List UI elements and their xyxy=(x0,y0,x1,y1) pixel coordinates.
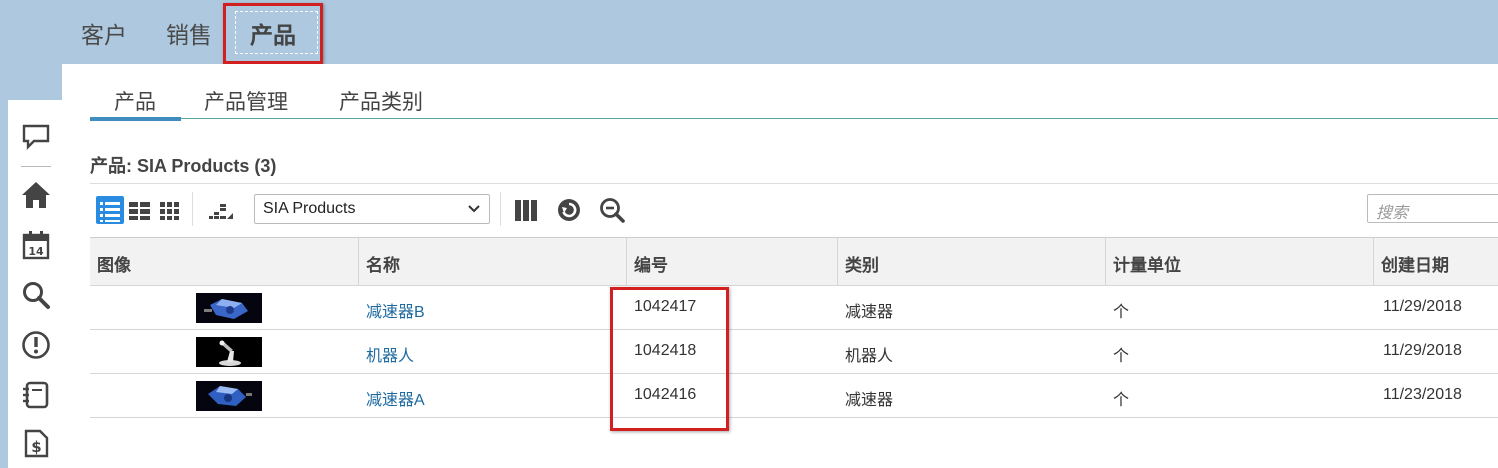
subtab-product-management[interactable]: 产品管理 xyxy=(204,86,288,116)
left-icon-rail: 14 $ xyxy=(8,100,62,468)
highlight-box-product-numbers xyxy=(610,287,729,431)
product-unit: 个 xyxy=(1113,304,1130,321)
table-row[interactable]: 机器人 1042418 机器人 个 11/29/2018 xyxy=(90,330,1498,374)
product-created-date: 11/29/2018 xyxy=(1383,298,1462,315)
chat-icon[interactable] xyxy=(21,122,51,152)
product-category: 减速器 xyxy=(845,392,894,409)
view-select[interactable]: SIA Products xyxy=(254,194,490,224)
search-icon[interactable] xyxy=(21,280,51,310)
top-tab-sales[interactable]: 销售 xyxy=(166,16,212,50)
subtab-products[interactable]: 产品 xyxy=(114,86,156,116)
sub-tabs: 产品 产品管理 产品类别 xyxy=(62,64,1498,122)
notebook-icon[interactable] xyxy=(21,380,51,410)
list-view-icon[interactable] xyxy=(96,196,124,224)
product-thumbnail xyxy=(196,293,262,323)
column-header-created-date[interactable]: 创建日期 xyxy=(1374,238,1498,286)
product-name-link[interactable]: 机器人 xyxy=(366,342,414,366)
product-thumbnail xyxy=(196,337,262,367)
subtab-product-categories[interactable]: 产品类别 xyxy=(339,86,423,116)
subtab-underline xyxy=(90,118,1498,119)
zoom-out-icon[interactable] xyxy=(598,196,626,224)
column-header-number[interactable]: 编号 xyxy=(627,238,838,286)
invoice-icon[interactable]: $ xyxy=(21,428,51,458)
top-nav: 客户 销售 产品 xyxy=(0,0,1498,64)
toolbar-divider xyxy=(192,192,193,226)
product-name-link[interactable]: 减速器A xyxy=(366,386,425,410)
home-icon[interactable] xyxy=(21,180,51,210)
tile-view-icon[interactable] xyxy=(156,196,184,224)
grid-view-icon[interactable] xyxy=(126,196,154,224)
product-table: 图像 名称 编号 类别 计量单位 创建日期 减速器B 1042417 减速器 个… xyxy=(90,237,1498,418)
search-input[interactable]: 搜索 xyxy=(1367,194,1498,223)
rail-divider xyxy=(21,166,51,167)
highlight-box-products-tab xyxy=(223,3,323,64)
sort-icon[interactable] xyxy=(206,196,234,224)
product-category: 减速器 xyxy=(845,304,894,321)
column-header-image[interactable]: 图像 xyxy=(90,238,359,286)
product-category: 机器人 xyxy=(845,348,894,365)
top-tab-customers[interactable]: 客户 xyxy=(81,16,127,50)
refresh-icon[interactable] xyxy=(555,196,583,224)
product-name-link[interactable]: 减速器B xyxy=(366,298,425,322)
product-unit: 个 xyxy=(1113,392,1130,409)
main-panel: 产品 产品管理 产品类别 产品: SIA Products (3) SIA Pr… xyxy=(62,64,1498,468)
svg-text:$: $ xyxy=(31,438,41,456)
chevron-down-icon xyxy=(467,201,481,215)
toolbar-divider xyxy=(500,192,501,226)
subtab-active-indicator xyxy=(90,117,181,121)
table-row[interactable]: 减速器B 1042417 减速器 个 11/29/2018 xyxy=(90,286,1498,330)
columns-icon[interactable] xyxy=(512,196,540,224)
column-header-name[interactable]: 名称 xyxy=(359,238,627,286)
product-unit: 个 xyxy=(1113,348,1130,365)
view-select-value: SIA Products xyxy=(263,200,356,217)
table-header: 图像 名称 编号 类别 计量单位 创建日期 xyxy=(90,237,1498,286)
column-header-category[interactable]: 类别 xyxy=(838,238,1106,286)
svg-text:14: 14 xyxy=(28,245,44,258)
calendar-icon[interactable]: 14 xyxy=(21,230,51,260)
product-thumbnail xyxy=(196,381,262,411)
toolbar: SIA Products 搜索 xyxy=(90,183,1498,239)
column-header-unit[interactable]: 计量单位 xyxy=(1106,238,1374,286)
product-created-date: 11/23/2018 xyxy=(1383,386,1462,403)
alert-icon[interactable] xyxy=(21,330,51,360)
table-row[interactable]: 减速器A 1042416 减速器 个 11/23/2018 xyxy=(90,374,1498,418)
page-title: 产品: SIA Products (3) xyxy=(90,156,277,176)
product-created-date: 11/29/2018 xyxy=(1383,342,1462,359)
